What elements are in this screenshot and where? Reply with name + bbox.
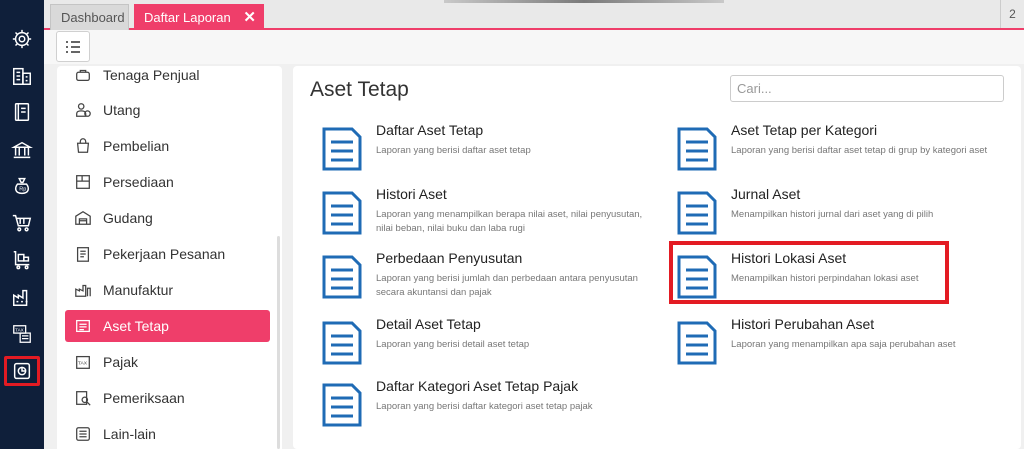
menu-item-label: Lain-lain [103,426,156,442]
document-icon [322,255,362,299]
menu-item-pemeriksaan[interactable]: Pemeriksaan [65,382,270,414]
document-icon [322,191,362,235]
document-icon [677,321,717,365]
menu-item-label: Pekerjaan Pesanan [103,246,226,262]
menu-item-pekerjaan-pesanan[interactable]: Pekerjaan Pesanan [65,238,270,270]
document-icon [322,383,362,427]
report-description: Laporan yang berisi daftar kategori aset… [376,401,593,412]
purchase-bag-icon [73,136,93,156]
highlight-annotation-box [669,241,949,304]
tax-icon[interactable]: TAX [8,320,36,348]
menu-item-utang[interactable]: Utang [65,94,270,126]
gear-icon[interactable] [8,25,36,53]
svg-text:TAX: TAX [78,361,88,367]
report-description: Laporan yang menampilkan berapa nilai as… [376,209,643,234]
report-item[interactable]: Detail Aset Tetap Laporan yang berisi de… [321,316,661,376]
bank-icon[interactable] [8,136,36,164]
report-item[interactable]: Histori Perubahan Aset Laporan yang mena… [676,316,1016,376]
menu-item-label: Gudang [103,210,153,226]
menu-item-label: Aset Tetap [103,318,169,334]
document-icon [677,127,717,171]
toolbar [44,30,1024,64]
top-strip [444,0,724,3]
report-title: Jurnal Aset [731,186,801,202]
report-item[interactable]: Jurnal Aset Menampilkan histori jurnal d… [676,186,1016,246]
debt-icon [73,100,93,120]
menu-item-persediaan[interactable]: Persediaan [65,166,270,198]
menu-item-manufaktur[interactable]: Manufaktur [65,274,270,306]
report-item[interactable]: Histori Aset Laporan yang menampilkan be… [321,186,661,246]
tax-icon: TAX [73,352,93,372]
cart-box-icon[interactable] [8,246,36,274]
report-description: Menampilkan histori jurnal dari aset yan… [731,209,934,220]
cart-icon[interactable] [8,209,36,237]
close-icon[interactable]: ✕ [243,8,256,26]
tab-dashboard-label: Dashboard [61,10,125,25]
svg-text:Rp: Rp [19,187,26,193]
document-icon [677,191,717,235]
factory-icon[interactable] [8,283,36,311]
tab-bar: Dashboard Daftar Laporan ✕ 2 [44,0,1024,30]
report-item[interactable]: Daftar Kategori Aset Tetap Pajak Laporan… [321,378,661,438]
list-toggle-button[interactable] [56,31,90,62]
menu-item-label: Pembelian [103,138,170,154]
menu-item-label: Utang [103,102,141,118]
menu-item-label: Pemeriksaan [103,390,185,406]
list-icon [73,424,93,444]
inventory-icon [73,172,93,192]
search-input[interactable] [730,75,1004,102]
menu-item-label: Manufaktur [103,282,174,298]
report-description: Laporan yang menampilkan apa saja peruba… [731,339,956,350]
menu-item-pembelian[interactable]: Pembelian [65,130,270,162]
warehouse-icon [73,208,93,228]
report-item[interactable]: Perbedaan Penyusutan Laporan yang berisi… [321,250,661,310]
menu-item-label: Pajak [103,354,139,370]
menu-item-aset-tetap[interactable]: Aset Tetap [65,310,270,342]
svg-text:TAX: TAX [15,328,24,333]
audit-icon [73,388,93,408]
fixed-asset-icon [73,316,93,336]
report-description: Laporan yang berisi daftar aset tetap [376,145,531,156]
report-title: Histori Aset [376,186,447,202]
tab-count-dropdown[interactable]: 2 [1000,0,1024,28]
document-icon [322,127,362,171]
book-icon[interactable] [8,98,36,126]
report-title: Daftar Kategori Aset Tetap Pajak [376,378,579,394]
report-title: Aset Tetap per Kategori [731,122,878,138]
menu-item-tenaga-penjual[interactable]: Tenaga Penjual [65,66,270,91]
tab-daftar-laporan[interactable]: Daftar Laporan ✕ [134,4,264,30]
money-bag-icon[interactable]: Rp [8,172,36,200]
list-icon [66,40,80,53]
report-description: Laporan yang berisi detail aset tetap [376,339,530,350]
report-title: Histori Perubahan Aset [731,316,875,332]
document-icon [322,321,362,365]
report-item[interactable]: Aset Tetap per Kategori Laporan yang ber… [676,122,1016,182]
report-title: Daftar Aset Tetap [376,122,484,138]
menu-item-gudang[interactable]: Gudang [65,202,270,234]
tab-count-label: 2 [1009,7,1016,21]
report-description: Laporan yang berisi jumlah dan perbedaan… [376,273,638,298]
tab-daftar-laporan-label: Daftar Laporan [144,9,231,25]
menu-item-label: Persediaan [103,174,174,190]
page-title: Aset Tetap [310,78,409,101]
job-order-icon [73,244,93,264]
report-title: Detail Aset Tetap [376,316,481,332]
building-icon[interactable] [8,62,36,90]
report-description: Laporan yang berisi daftar aset tetap di… [731,145,988,156]
manufacture-icon [73,280,93,300]
tab-dashboard[interactable]: Dashboard [50,4,129,30]
report-category-menu: Tenaga Penjual Utang Pembelian Persediaa… [57,66,282,449]
menu-scrollbar[interactable] [277,236,280,449]
menu-item-pajak[interactable]: TAX Pajak [65,346,270,378]
report-item[interactable]: Daftar Aset Tetap Laporan yang berisi da… [321,122,661,182]
menu-item-label: Tenaga Penjual [103,67,200,83]
menu-item-lain-lain[interactable]: Lain-lain [65,418,270,449]
icon-rail: Rp TAX [0,0,44,449]
salesperson-icon [73,66,93,85]
report-chart-icon[interactable] [4,356,40,386]
report-title: Perbedaan Penyusutan [376,250,523,266]
